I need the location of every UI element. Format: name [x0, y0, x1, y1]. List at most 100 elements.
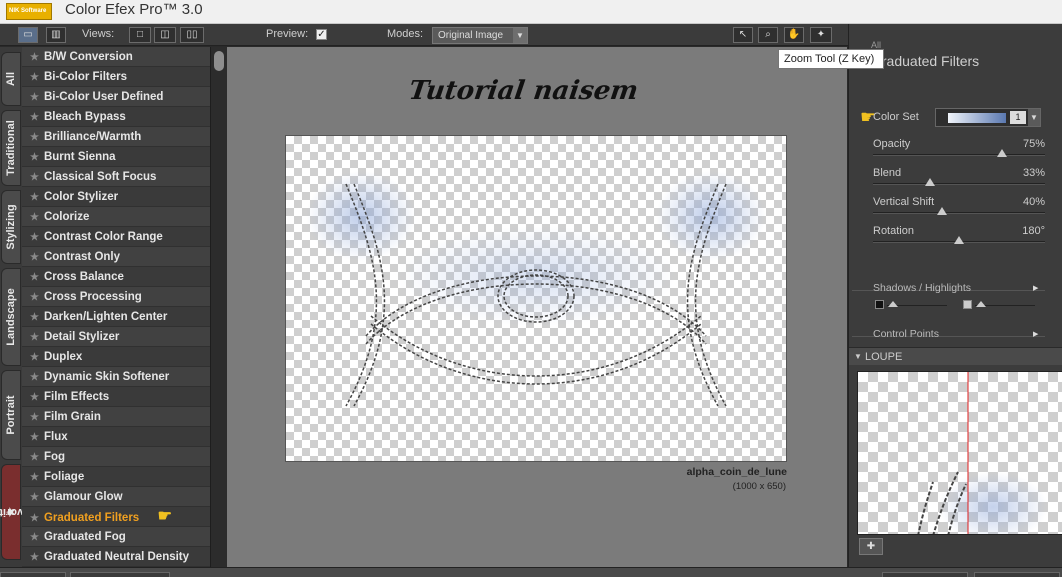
scrollbar-thumb[interactable] — [214, 51, 224, 71]
filter-item[interactable]: ★ Cross Processing — [22, 287, 210, 307]
split-view-icon[interactable]: ▥ — [46, 27, 66, 43]
star-icon[interactable]: ★ — [30, 552, 39, 563]
filter-item[interactable]: ★ Film Effects — [22, 387, 210, 407]
star-icon[interactable]: ★ — [30, 272, 39, 283]
cancel-button[interactable] — [882, 572, 968, 577]
filter-item[interactable]: ★ Fog — [22, 447, 210, 467]
pointer-icon[interactable]: ↖ — [733, 27, 753, 43]
star-icon[interactable]: ★ — [30, 72, 39, 83]
color-set-picker[interactable]: 1 ▼ — [935, 108, 1041, 127]
filter-item[interactable]: ★ Burnt Sienna — [22, 147, 210, 167]
filter-item[interactable]: ★ B/W Conversion — [22, 47, 210, 67]
slider-thumb[interactable] — [954, 236, 964, 244]
filter-item[interactable]: ★ Glamour Glow — [22, 487, 210, 507]
star-icon[interactable]: ★ — [30, 372, 39, 383]
tab-traditional[interactable]: Traditional — [1, 110, 21, 186]
image-preview[interactable] — [285, 135, 787, 462]
chevron-right-icon[interactable]: ▶ — [1033, 330, 1038, 338]
filter-item[interactable]: ★ Detail Stylizer — [22, 327, 210, 347]
control-points-header[interactable]: Control Points — [873, 328, 939, 340]
star-icon[interactable]: ★ — [30, 392, 39, 403]
tab-portrait[interactable]: Portrait — [1, 370, 21, 460]
shadows-thumb[interactable] — [888, 301, 898, 307]
star-icon[interactable]: ★ — [30, 132, 39, 143]
star-icon[interactable]: ★ — [30, 212, 39, 223]
star-icon[interactable]: ★ — [30, 332, 39, 343]
filter-item[interactable]: ★ Foliage — [22, 467, 210, 487]
slider-thumb[interactable] — [936, 207, 947, 215]
filter-item[interactable]: ★ Dynamic Skin Softener — [22, 367, 210, 387]
loupe-header[interactable]: ▼ LOUPE — [849, 347, 1062, 365]
slider-track[interactable] — [873, 154, 1045, 156]
filter-item[interactable]: ★ Duplex — [22, 347, 210, 367]
star-icon[interactable]: ★ — [30, 352, 39, 363]
star-icon[interactable]: ★ — [30, 432, 39, 443]
help-button[interactable] — [0, 572, 66, 577]
shadows-highlights-header[interactable]: Shadows / Highlights — [873, 282, 971, 294]
filter-item[interactable]: ★ Graduated Neutral Density — [22, 547, 210, 567]
star-icon[interactable]: ★ — [30, 172, 39, 183]
filter-list-scrollbar[interactable] — [210, 47, 227, 567]
star-icon[interactable]: ★ — [30, 52, 39, 63]
slider-blend[interactable]: Blend 33% — [873, 167, 1045, 193]
filter-item[interactable]: ★ Graduated Fog — [22, 527, 210, 547]
preview-checkbox[interactable]: ✓ — [316, 29, 327, 40]
hand-icon[interactable]: ✋ — [784, 27, 804, 43]
tab-all[interactable]: All — [1, 52, 21, 106]
filter-item[interactable]: ★ Classical Soft Focus — [22, 167, 210, 187]
pin-icon[interactable]: ✚ — [859, 538, 883, 555]
slider-track[interactable] — [873, 183, 1045, 185]
star-icon[interactable]: ★ — [30, 152, 39, 163]
star-icon[interactable]: ★ — [30, 312, 39, 323]
filter-item[interactable]: ★ Brilliance/Warmth — [22, 127, 210, 147]
view-side-by-side-button[interactable]: ▯▯ — [180, 27, 204, 43]
star-icon[interactable]: ★ — [30, 112, 39, 123]
star-icon[interactable]: ★ — [30, 452, 39, 463]
slider-value: 180° — [1022, 225, 1045, 237]
filter-item[interactable]: ★ Bleach Bypass — [22, 107, 210, 127]
filter-item[interactable]: ★ Contrast Color Range — [22, 227, 210, 247]
single-view-icon[interactable]: ▭ — [18, 27, 38, 43]
filter-item[interactable]: ★ Bi-Color User Defined — [22, 87, 210, 107]
filter-item[interactable]: ★ Film Grain — [22, 407, 210, 427]
zoom-icon[interactable]: ⌕ — [758, 27, 778, 43]
filter-item[interactable]: ★ Cross Balance — [22, 267, 210, 287]
modes-select[interactable]: Original Image ▼ — [432, 27, 528, 44]
star-icon[interactable]: ★ — [30, 232, 39, 243]
filter-item[interactable]: ★ Flux — [22, 427, 210, 447]
slider-opacity[interactable]: Opacity 75% — [873, 138, 1045, 164]
settings-button[interactable] — [70, 572, 170, 577]
tab-landscape[interactable]: Landscape — [1, 268, 21, 366]
filter-item[interactable]: ★ Graduated Filters ☛ — [22, 507, 210, 527]
view-split-button[interactable]: ◫ — [154, 27, 176, 43]
filter-item[interactable]: ★ Color Stylizer — [22, 187, 210, 207]
star-icon[interactable]: ★ — [30, 292, 39, 303]
star-icon[interactable]: ★ — [30, 532, 39, 543]
highlights-swatch[interactable] — [963, 300, 972, 309]
view-single-button[interactable]: □ — [129, 27, 151, 43]
light-icon[interactable]: ✦ — [810, 27, 832, 43]
filter-item[interactable]: ★ Colorize — [22, 207, 210, 227]
slider-track[interactable] — [873, 212, 1045, 214]
slider-thumb[interactable] — [924, 178, 935, 186]
slider-vertical-shift[interactable]: Vertical Shift 40% — [873, 196, 1045, 222]
star-icon[interactable]: ★ — [30, 412, 39, 423]
star-icon[interactable]: ★ — [30, 492, 39, 503]
star-icon[interactable]: ★ — [30, 192, 39, 203]
chevron-right-icon[interactable]: ▶ — [1033, 284, 1038, 292]
star-icon[interactable]: ★ — [30, 472, 39, 483]
star-icon[interactable]: ★ — [30, 513, 39, 524]
tab-stylizing[interactable]: Stylizing — [1, 190, 21, 264]
slider-rotation[interactable]: Rotation 180° — [873, 225, 1045, 251]
shadows-swatch[interactable] — [875, 300, 884, 309]
star-icon[interactable]: ★ — [30, 92, 39, 103]
ok-button[interactable] — [974, 572, 1060, 577]
filter-label: Burnt Sienna — [43, 151, 116, 163]
star-icon[interactable]: ★ — [30, 252, 39, 263]
tab-favorites[interactable]: ★ Favorites — [0, 464, 35, 560]
filter-item[interactable]: ★ Contrast Only — [22, 247, 210, 267]
highlights-thumb[interactable] — [976, 301, 986, 307]
filter-item[interactable]: ★ Bi-Color Filters — [22, 67, 210, 87]
slider-thumb[interactable] — [997, 149, 1007, 157]
filter-item[interactable]: ★ Darken/Lighten Center — [22, 307, 210, 327]
